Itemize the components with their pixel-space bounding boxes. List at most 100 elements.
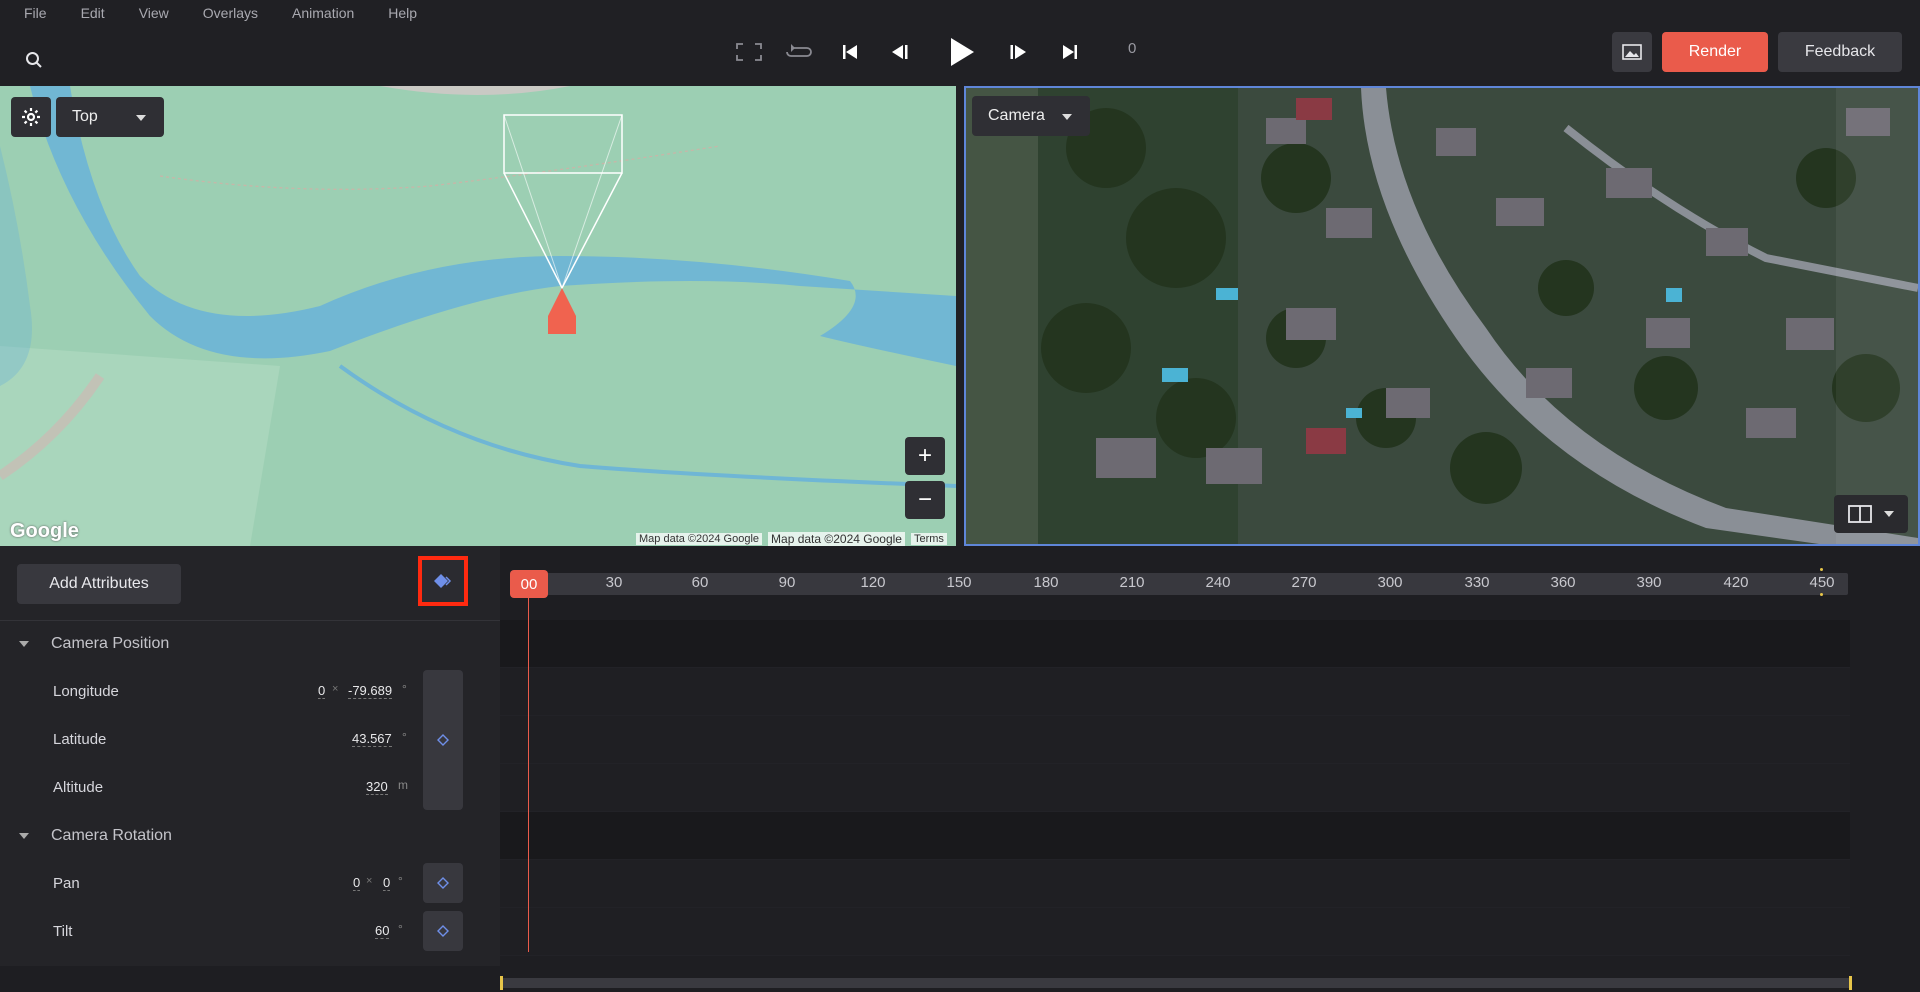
attr-label: Latitude — [53, 731, 107, 748]
zoom-in-button[interactable]: + — [905, 437, 945, 475]
collapse-triangle-icon — [19, 833, 29, 839]
track-latitude[interactable] — [500, 716, 1850, 764]
playhead-line[interactable] — [528, 598, 529, 952]
timeline[interactable]: 30 60 90 120 150 180 210 240 270 300 330… — [500, 546, 1920, 992]
menu-overlays[interactable]: Overlays — [203, 5, 258, 21]
tick-label: 180 — [1033, 574, 1059, 591]
skip-to-start-button[interactable] — [836, 38, 864, 66]
search-icon — [26, 52, 42, 68]
chevron-down-icon — [136, 115, 146, 121]
step-back-button[interactable] — [886, 38, 914, 66]
search-button[interactable] — [18, 44, 50, 76]
skip-to-end-button[interactable] — [1056, 38, 1084, 66]
view-dropdown[interactable]: Top — [56, 97, 164, 137]
unit-label: ° — [398, 874, 403, 888]
track-camera-position[interactable] — [500, 620, 1850, 668]
step-back-icon — [892, 45, 908, 59]
group-label: Camera Position — [51, 635, 170, 652]
menu-view[interactable]: View — [139, 5, 169, 21]
tick-label: 300 — [1377, 574, 1403, 591]
menu-edit[interactable]: Edit — [81, 5, 105, 21]
track-longitude[interactable] — [500, 668, 1850, 716]
render-button[interactable]: Render — [1662, 32, 1768, 72]
scrollbar-handle-end[interactable] — [1849, 976, 1852, 990]
keyframe-diamond-icon — [434, 574, 452, 588]
image-icon — [1622, 44, 1642, 60]
keyframe-pan-button[interactable] — [423, 863, 463, 903]
tick-label: 390 — [1636, 574, 1662, 591]
keyframe-diamond-icon — [437, 877, 449, 889]
chevron-down-icon — [1062, 114, 1072, 120]
scrollbar-handle-start[interactable] — [500, 976, 503, 990]
keyframe-tilt-button[interactable] — [423, 911, 463, 951]
keyframe-diamond-icon — [437, 925, 449, 937]
terms-link[interactable]: Terms — [910, 533, 947, 545]
end-marker-top — [1820, 568, 1823, 571]
keyframe-position-button[interactable] — [423, 670, 463, 810]
times-symbol: × — [366, 875, 373, 887]
tick-label: 420 — [1723, 574, 1749, 591]
pan-field[interactable]: 0 — [383, 875, 391, 891]
menu-help[interactable]: Help — [388, 5, 417, 21]
keyframe-diamond-icon — [437, 734, 449, 746]
feedback-button[interactable]: Feedback — [1778, 32, 1902, 72]
gear-icon — [22, 108, 40, 126]
export-image-button[interactable] — [1612, 32, 1652, 72]
map-graphic — [0, 86, 956, 546]
attr-row-pan: Pan 0 × 0 ° — [0, 860, 420, 908]
step-forward-icon — [1010, 45, 1026, 59]
tick-label: 240 — [1205, 574, 1231, 591]
menu-file[interactable]: File — [24, 5, 47, 21]
playhead-frame-label[interactable]: 00 — [510, 570, 548, 598]
times-symbol: × — [332, 683, 339, 695]
play-button[interactable] — [944, 32, 980, 72]
tilt-field[interactable]: 60 — [375, 923, 390, 939]
attr-row-tilt: Tilt 60 ° — [0, 908, 420, 956]
tick-label: 90 — [778, 574, 796, 591]
attr-label: Pan — [53, 875, 80, 892]
group-camera-position[interactable]: Camera Position — [0, 620, 500, 668]
tick-label: 330 — [1464, 574, 1490, 591]
group-camera-rotation[interactable]: Camera Rotation — [0, 812, 500, 860]
loop-button[interactable] — [784, 38, 814, 66]
track-pan[interactable] — [500, 860, 1850, 908]
attr-row-altitude: Altitude 320 m — [0, 764, 420, 812]
attr-row-latitude: Latitude 43.567 ° — [0, 716, 420, 764]
pan-multiplier-field[interactable]: 0 — [353, 875, 361, 891]
timeline-scrollbar[interactable] — [500, 978, 1852, 988]
altitude-field[interactable]: 320 — [366, 779, 388, 795]
tick-label: 30 — [605, 574, 623, 591]
aerial-imagery — [966, 88, 1918, 544]
tick-label: 150 — [946, 574, 972, 591]
attribution-text-2: Map data ©2024 Google — [768, 532, 905, 546]
longitude-field[interactable]: -79.689 — [348, 683, 393, 699]
unit-label: ° — [398, 922, 403, 936]
fullscreen-button[interactable] — [734, 38, 764, 66]
camera-view[interactable]: Camera — [964, 86, 1920, 546]
layout-toggle-button[interactable] — [1834, 495, 1908, 533]
top-view-map[interactable]: Top + − Google Map data ©2024 Google Map… — [0, 86, 956, 546]
step-forward-button[interactable] — [1004, 38, 1032, 66]
unit-label: ° — [402, 682, 407, 696]
view-settings-button[interactable] — [11, 97, 51, 137]
skip-start-icon — [843, 45, 857, 59]
longitude-multiplier-field[interactable]: 0 — [318, 683, 326, 699]
camera-dropdown[interactable]: Camera — [972, 96, 1090, 136]
track-altitude[interactable] — [500, 764, 1850, 812]
play-icon — [951, 38, 974, 66]
viewport-splitter[interactable] — [956, 86, 964, 546]
view-dropdown-label: Top — [72, 108, 98, 125]
add-all-keyframes-button[interactable] — [418, 556, 468, 606]
menu-bar: File Edit View Overlays Animation Help — [0, 0, 1920, 26]
tick-label: 60 — [691, 574, 709, 591]
latitude-field[interactable]: 43.567 — [352, 731, 392, 747]
zoom-out-button[interactable]: − — [905, 481, 945, 519]
loop-icon — [786, 44, 812, 57]
map-attribution: Map data ©2024 Google Map data ©2024 Goo… — [636, 532, 952, 546]
track-tilt[interactable] — [500, 908, 1850, 956]
menu-animation[interactable]: Animation — [292, 5, 354, 21]
chevron-down-icon — [1884, 511, 1894, 517]
track-camera-rotation[interactable] — [500, 812, 1850, 860]
tick-label: 120 — [860, 574, 886, 591]
add-attributes-button[interactable]: Add Attributes — [17, 564, 181, 604]
